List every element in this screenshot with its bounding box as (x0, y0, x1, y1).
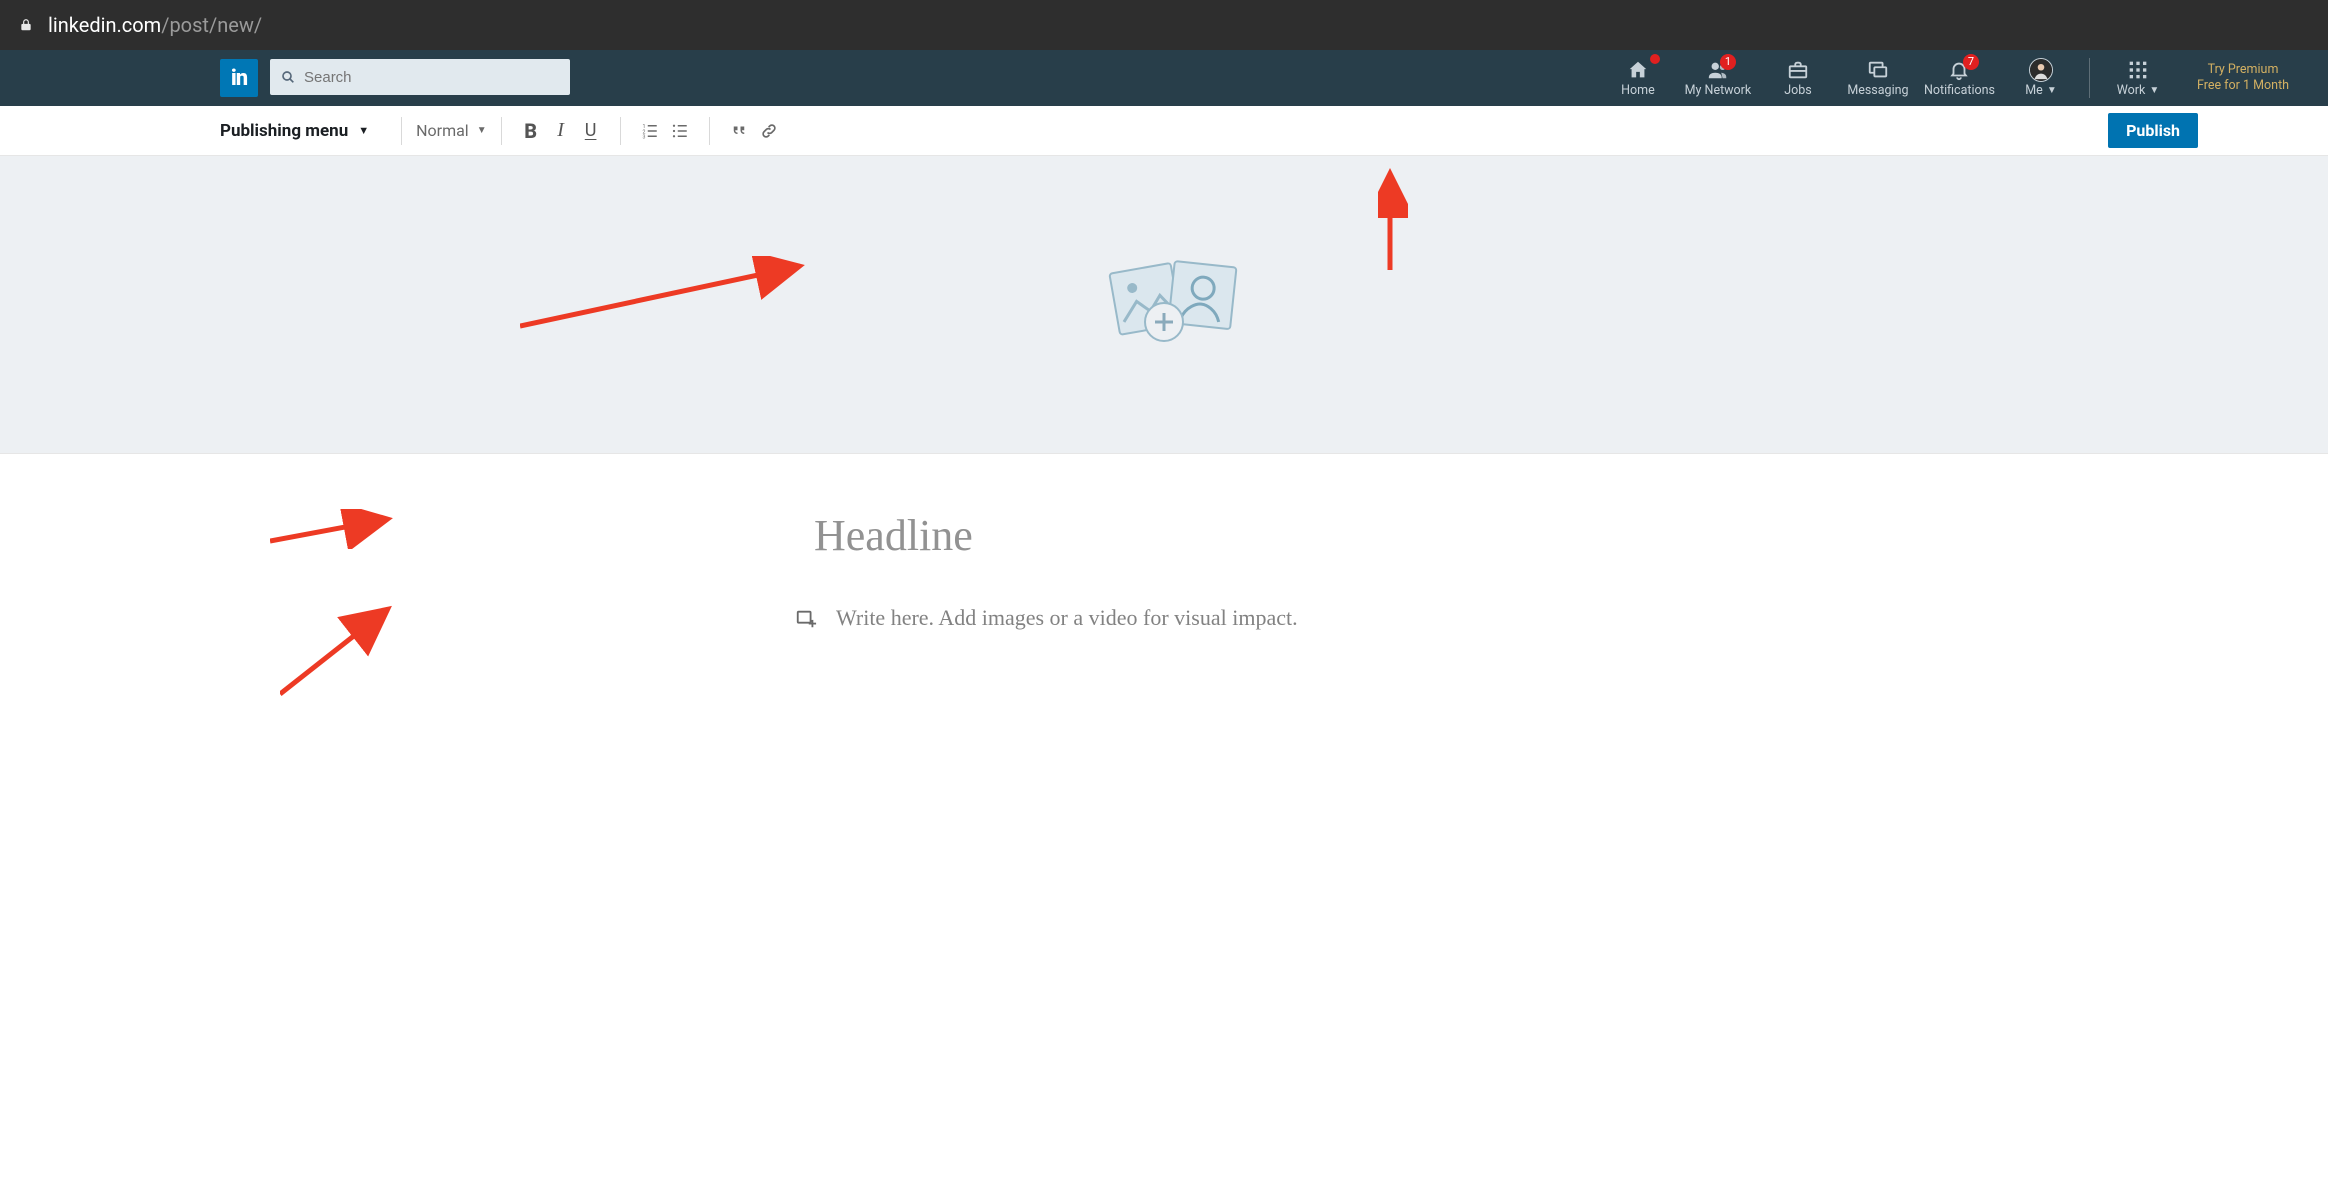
add-media-button[interactable] (794, 607, 818, 631)
publish-button[interactable]: Publish (2108, 113, 2198, 148)
body-input[interactable]: Write here. Add images or a video for vi… (836, 605, 1534, 631)
nav-label: Me▼ (2025, 83, 2056, 98)
add-cover-image-button[interactable] (1079, 260, 1249, 350)
caret-down-icon: ▼ (2047, 85, 2057, 96)
text-style-select[interactable]: Normal ▼ (416, 121, 487, 140)
apps-grid-icon (2128, 59, 2148, 81)
premium-line1: Try Premium (2208, 62, 2279, 78)
bold-button[interactable]: B (516, 116, 546, 146)
article-editor: Headline Write here. Add images or a vid… (0, 454, 2328, 631)
browser-address-bar: linkedin.com/post/new/ (0, 0, 2328, 50)
linkedin-logo[interactable]: in (220, 59, 258, 97)
unordered-list-button[interactable] (665, 116, 695, 146)
nav-label: Notifications (1924, 83, 1995, 98)
caret-down-icon: ▼ (358, 124, 369, 137)
ordered-list-button[interactable]: 123 (635, 116, 665, 146)
premium-line2: Free for 1 Month (2197, 78, 2289, 94)
briefcase-icon (1787, 59, 1809, 81)
caret-down-icon: ▼ (2149, 85, 2159, 96)
caret-down-icon: ▼ (477, 125, 487, 136)
publish-label: Publish (2126, 121, 2180, 140)
toolbar-separator (501, 117, 502, 145)
toolbar-separator (620, 117, 621, 145)
editor-toolbar: Publishing menu ▼ Normal ▼ B I U 123 Pub… (0, 106, 2328, 156)
italic-button[interactable]: I (546, 116, 576, 146)
nav-label: Messaging (1847, 83, 1908, 98)
nav-label: My Network (1685, 83, 1752, 98)
url-path: /post/new/ (161, 13, 262, 37)
url-host: linkedin.com (48, 13, 161, 37)
annotation-arrow (270, 509, 400, 549)
search-icon (280, 69, 296, 85)
nav-label: Jobs (1784, 83, 1812, 98)
browser-url[interactable]: linkedin.com/post/new/ (48, 13, 262, 37)
avatar-icon (2029, 59, 2053, 81)
search-input[interactable] (304, 69, 560, 86)
global-search[interactable] (270, 59, 570, 95)
lock-icon (18, 17, 34, 33)
toolbar-separator (709, 117, 710, 145)
text-style-value: Normal (416, 121, 469, 140)
nav-notifications[interactable]: 7 Notifications (1918, 50, 2001, 106)
global-nav: in Home 1 My Network Jobs Messaging (0, 50, 2328, 106)
blockquote-button[interactable] (724, 116, 754, 146)
nav-messaging[interactable]: Messaging (1838, 50, 1918, 106)
nav-my-network[interactable]: 1 My Network (1678, 50, 1758, 106)
svg-text:3: 3 (642, 134, 645, 140)
publishing-menu-label: Publishing menu (220, 121, 348, 141)
premium-upsell[interactable]: Try Premium Free for 1 Month (2178, 50, 2298, 106)
annotation-arrow (520, 256, 820, 336)
nav-separator (2089, 58, 2090, 98)
nav-home[interactable]: Home (1598, 50, 1678, 106)
underline-button[interactable]: U (576, 116, 606, 146)
messaging-icon (1867, 59, 1889, 81)
publishing-menu-button[interactable]: Publishing menu ▼ (220, 121, 387, 141)
nav-label: Home (1621, 83, 1655, 98)
nav-me[interactable]: Me▼ (2001, 50, 2081, 106)
home-icon (1627, 59, 1649, 81)
nav-label: Work▼ (2117, 83, 2160, 98)
headline-input[interactable]: Headline (814, 510, 1514, 561)
network-badge: 1 (1720, 54, 1736, 70)
cover-image-area[interactable] (0, 156, 2328, 454)
nav-work[interactable]: Work▼ (2098, 50, 2178, 106)
home-badge (1650, 54, 1660, 64)
toolbar-separator (401, 117, 402, 145)
notifications-badge: 7 (1963, 54, 1979, 70)
link-button[interactable] (754, 116, 784, 146)
annotation-arrow (280, 599, 400, 699)
nav-jobs[interactable]: Jobs (1758, 50, 1838, 106)
